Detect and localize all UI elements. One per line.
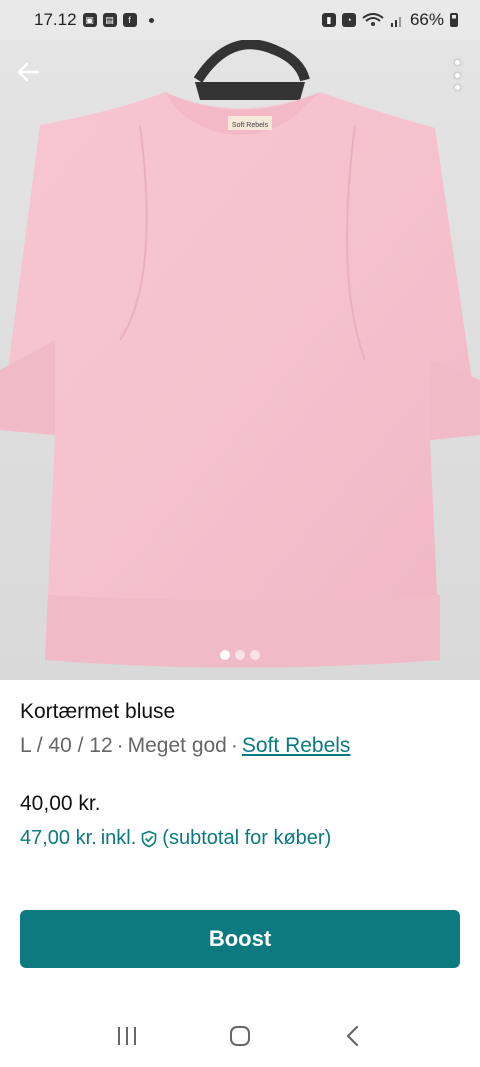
shirt-image: Soft Rebels [0, 40, 480, 680]
battery-percentage: 66% [409, 10, 444, 29]
product-meta: L / 40 / 12 · Meget god · Soft Rebels [20, 734, 460, 758]
home-icon [229, 1026, 250, 1046]
svg-text:Soft Rebels: Soft Rebels [232, 122, 269, 129]
alarm-icon: ◔ [341, 13, 356, 27]
signal-icon [390, 17, 401, 27]
product-photo[interactable]: Soft Rebels [0, 40, 480, 680]
buyer-price-info[interactable]: 47,00 kr. inkl. (subtotal for køber) [20, 827, 331, 850]
battery-saver-icon: ▮ [321, 13, 336, 27]
boost-button[interactable]: Boost [20, 910, 460, 968]
meta-separator: · [116, 734, 124, 757]
facebook-notification-icon: f [122, 13, 137, 27]
calendar-notification-icon: ▤ [102, 13, 117, 27]
buyer-price: 47,00 kr. [20, 827, 97, 849]
more-vertical-icon [454, 60, 460, 65]
more-notifications-icon [148, 17, 154, 23]
product-size: L / 40 / 12 [20, 734, 113, 757]
gallery-notification-icon: ▣ [82, 13, 97, 27]
meta-separator: · [230, 734, 238, 757]
recent-apps-button[interactable] [107, 1016, 147, 1056]
status-right: ▮ ◔ 66% [321, 10, 458, 30]
product-price: 40,00 kr. [20, 792, 101, 815]
system-nav-bar [0, 1005, 480, 1067]
product-condition: Meget god [127, 734, 227, 757]
status-left: 17.12 ▣ ▤ f [34, 10, 154, 30]
brand-link[interactable]: Soft Rebels [242, 734, 351, 758]
status-time: 17.12 [34, 10, 77, 29]
carousel-dot[interactable] [235, 650, 245, 660]
more-options-button[interactable] [452, 60, 462, 90]
arrow-left-icon [17, 62, 40, 82]
carousel-dot[interactable] [250, 650, 260, 660]
recent-apps-icon [117, 1027, 136, 1045]
back-button[interactable] [14, 58, 46, 90]
carousel-indicator [0, 650, 480, 660]
nav-back-button[interactable] [333, 1016, 373, 1056]
product-title: Kortærmet bluse [20, 700, 176, 723]
shield-check-icon [141, 830, 157, 847]
home-button[interactable] [220, 1016, 260, 1056]
incl-label: inkl. [100, 827, 137, 849]
product-info: Kortærmet bluse L / 40 / 12 · Meget god … [20, 700, 460, 758]
status-bar: 17.12 ▣ ▤ f ▮ ◔ 66% [0, 0, 480, 40]
nav-back-icon [347, 1025, 359, 1047]
battery-icon [450, 13, 458, 27]
incl-note: (subtotal for køber) [162, 827, 332, 849]
wifi-icon [362, 13, 384, 26]
carousel-dot[interactable] [220, 650, 230, 660]
